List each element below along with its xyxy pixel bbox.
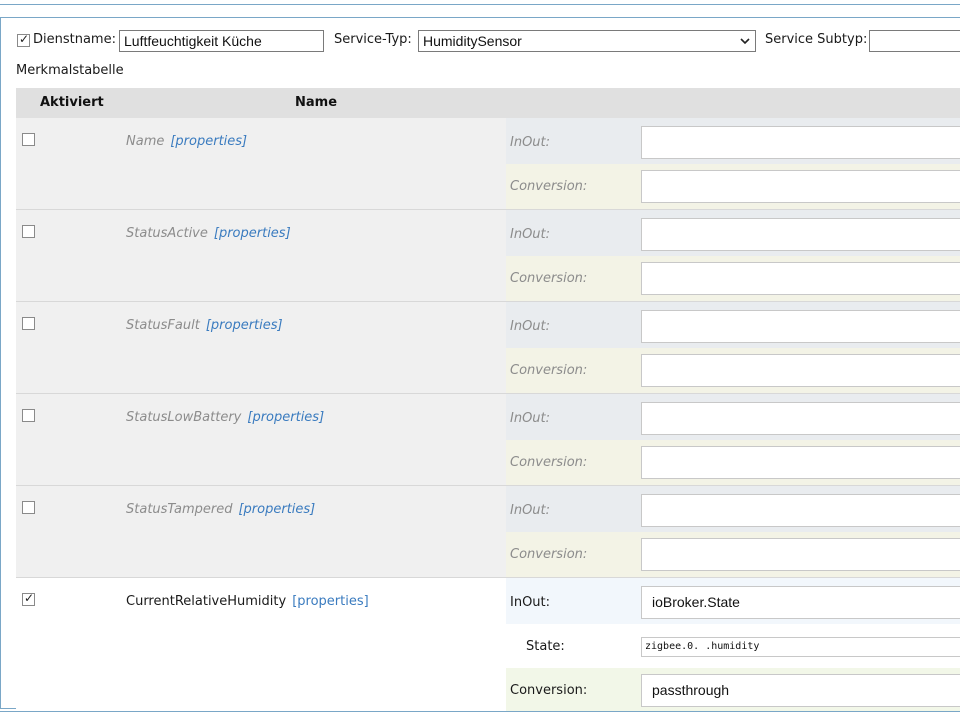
inout-label: InOut: bbox=[510, 411, 551, 426]
service-type-select[interactable]: HumiditySensor bbox=[418, 30, 756, 52]
inout-cell: InOut: bbox=[506, 394, 960, 440]
conversion-input[interactable] bbox=[641, 170, 960, 203]
conversion-cell: Conversion: bbox=[506, 164, 960, 209]
inout-input[interactable] bbox=[641, 126, 960, 159]
properties-link[interactable]: [properties] bbox=[292, 594, 368, 609]
bottom-divider bbox=[0, 711, 960, 712]
inout-label: InOut: bbox=[510, 319, 551, 334]
service-name-label: Dienstname: bbox=[33, 32, 116, 47]
conversion-input[interactable] bbox=[641, 446, 960, 479]
conversion-cell: Conversion: bbox=[506, 256, 960, 301]
inout-cell: InOut: bbox=[506, 210, 960, 256]
checkmark-icon: ✓ bbox=[19, 32, 30, 46]
conversion-cell: Conversion: bbox=[506, 348, 960, 393]
inout-label: InOut: bbox=[510, 135, 551, 150]
service-type-value: HumiditySensor bbox=[423, 33, 522, 49]
conversion-label: Conversion: bbox=[510, 179, 588, 194]
table-row: StatusFault [properties] InOut: Conversio… bbox=[16, 302, 960, 394]
characteristic-name: Name [properties] bbox=[126, 134, 248, 149]
inout-label: InOut: bbox=[510, 503, 551, 518]
column-header-active: Aktiviert bbox=[40, 95, 104, 110]
characteristic-name: CurrentRelativeHumidity [properties] bbox=[126, 594, 369, 609]
table-row: ✓ CurrentRelativeHumidity [properties] In… bbox=[16, 578, 960, 711]
service-enabled-checkbox[interactable]: ✓ bbox=[17, 32, 30, 47]
conversion-label: Conversion: bbox=[510, 271, 588, 286]
properties-link[interactable]: [properties] bbox=[247, 410, 324, 425]
inout-input[interactable] bbox=[641, 402, 960, 435]
conversion-input[interactable] bbox=[641, 538, 960, 571]
conversion-input[interactable] bbox=[641, 262, 960, 295]
chevron-down-icon bbox=[740, 38, 750, 45]
service-header: ✓ Dienstname: Luftfeuchtigkeit Küche Ser… bbox=[16, 30, 960, 52]
inout-cell: InOut: bbox=[506, 302, 960, 348]
state-label: State: bbox=[526, 639, 565, 654]
properties-link[interactable]: [properties] bbox=[206, 318, 283, 333]
characteristic-name: StatusActive [properties] bbox=[126, 226, 291, 241]
row-enabled-checkbox[interactable] bbox=[22, 133, 35, 146]
inout-input[interactable] bbox=[641, 310, 960, 343]
inout-cell: InOut: ioBroker.State bbox=[506, 578, 960, 624]
characteristic-name: StatusLowBattery [properties] bbox=[126, 410, 325, 425]
conversion-cell: Conversion: bbox=[506, 440, 960, 485]
state-input[interactable]: zigbee.0. .humidity bbox=[641, 637, 960, 657]
service-name-input[interactable]: Luftfeuchtigkeit Küche bbox=[119, 30, 324, 52]
table-header: Aktiviert Name bbox=[16, 88, 960, 118]
row-enabled-checkbox[interactable] bbox=[22, 501, 35, 514]
row-enabled-checkbox[interactable] bbox=[22, 409, 35, 422]
conversion-label: Conversion: bbox=[510, 455, 588, 470]
conversion-input[interactable] bbox=[641, 354, 960, 387]
table-row: StatusLowBattery [properties] InOut: Conv… bbox=[16, 394, 960, 486]
properties-link[interactable]: [properties] bbox=[170, 134, 247, 149]
inout-label: InOut: bbox=[510, 595, 551, 610]
table-row: StatusTampered [properties] InOut: Conver… bbox=[16, 486, 960, 578]
inout-cell: InOut: bbox=[506, 486, 960, 532]
row-enabled-checkbox[interactable] bbox=[22, 225, 35, 238]
column-header-name: Name bbox=[295, 95, 338, 110]
row-enabled-checkbox[interactable]: ✓ bbox=[22, 591, 35, 606]
conversion-label: Conversion: bbox=[510, 683, 588, 698]
properties-link[interactable]: [properties] bbox=[238, 502, 315, 517]
conversion-input[interactable]: passthrough bbox=[641, 674, 960, 707]
inout-cell: InOut: bbox=[506, 118, 960, 164]
conversion-label: Conversion: bbox=[510, 363, 588, 378]
inout-input[interactable] bbox=[641, 494, 960, 527]
state-cell: State: zigbee.0. .humidity bbox=[506, 624, 960, 668]
service-type-label: Service-Typ: bbox=[334, 32, 412, 47]
inout-label: InOut: bbox=[510, 227, 551, 242]
characteristic-name: StatusFault [properties] bbox=[126, 318, 283, 333]
row-enabled-checkbox[interactable] bbox=[22, 317, 35, 330]
service-subtype-input[interactable] bbox=[869, 30, 960, 52]
conversion-label: Conversion: bbox=[510, 547, 588, 562]
characteristics-table-title: Merkmalstabelle bbox=[16, 63, 124, 78]
conversion-cell: Conversion: bbox=[506, 532, 960, 577]
table-row: StatusActive [properties] InOut: Conversi… bbox=[16, 210, 960, 302]
characteristic-name: StatusTampered [properties] bbox=[126, 502, 316, 517]
properties-link[interactable]: [properties] bbox=[214, 226, 291, 241]
service-subtype-label: Service Subtyp: bbox=[765, 32, 868, 47]
checkmark-icon: ✓ bbox=[24, 591, 35, 605]
inout-input[interactable] bbox=[641, 218, 960, 251]
inout-input[interactable]: ioBroker.State bbox=[641, 586, 960, 619]
top-divider bbox=[0, 4, 960, 5]
table-row: Name [properties] InOut: Conversion: bbox=[16, 118, 960, 210]
conversion-cell: Conversion: passthrough bbox=[506, 668, 960, 711]
